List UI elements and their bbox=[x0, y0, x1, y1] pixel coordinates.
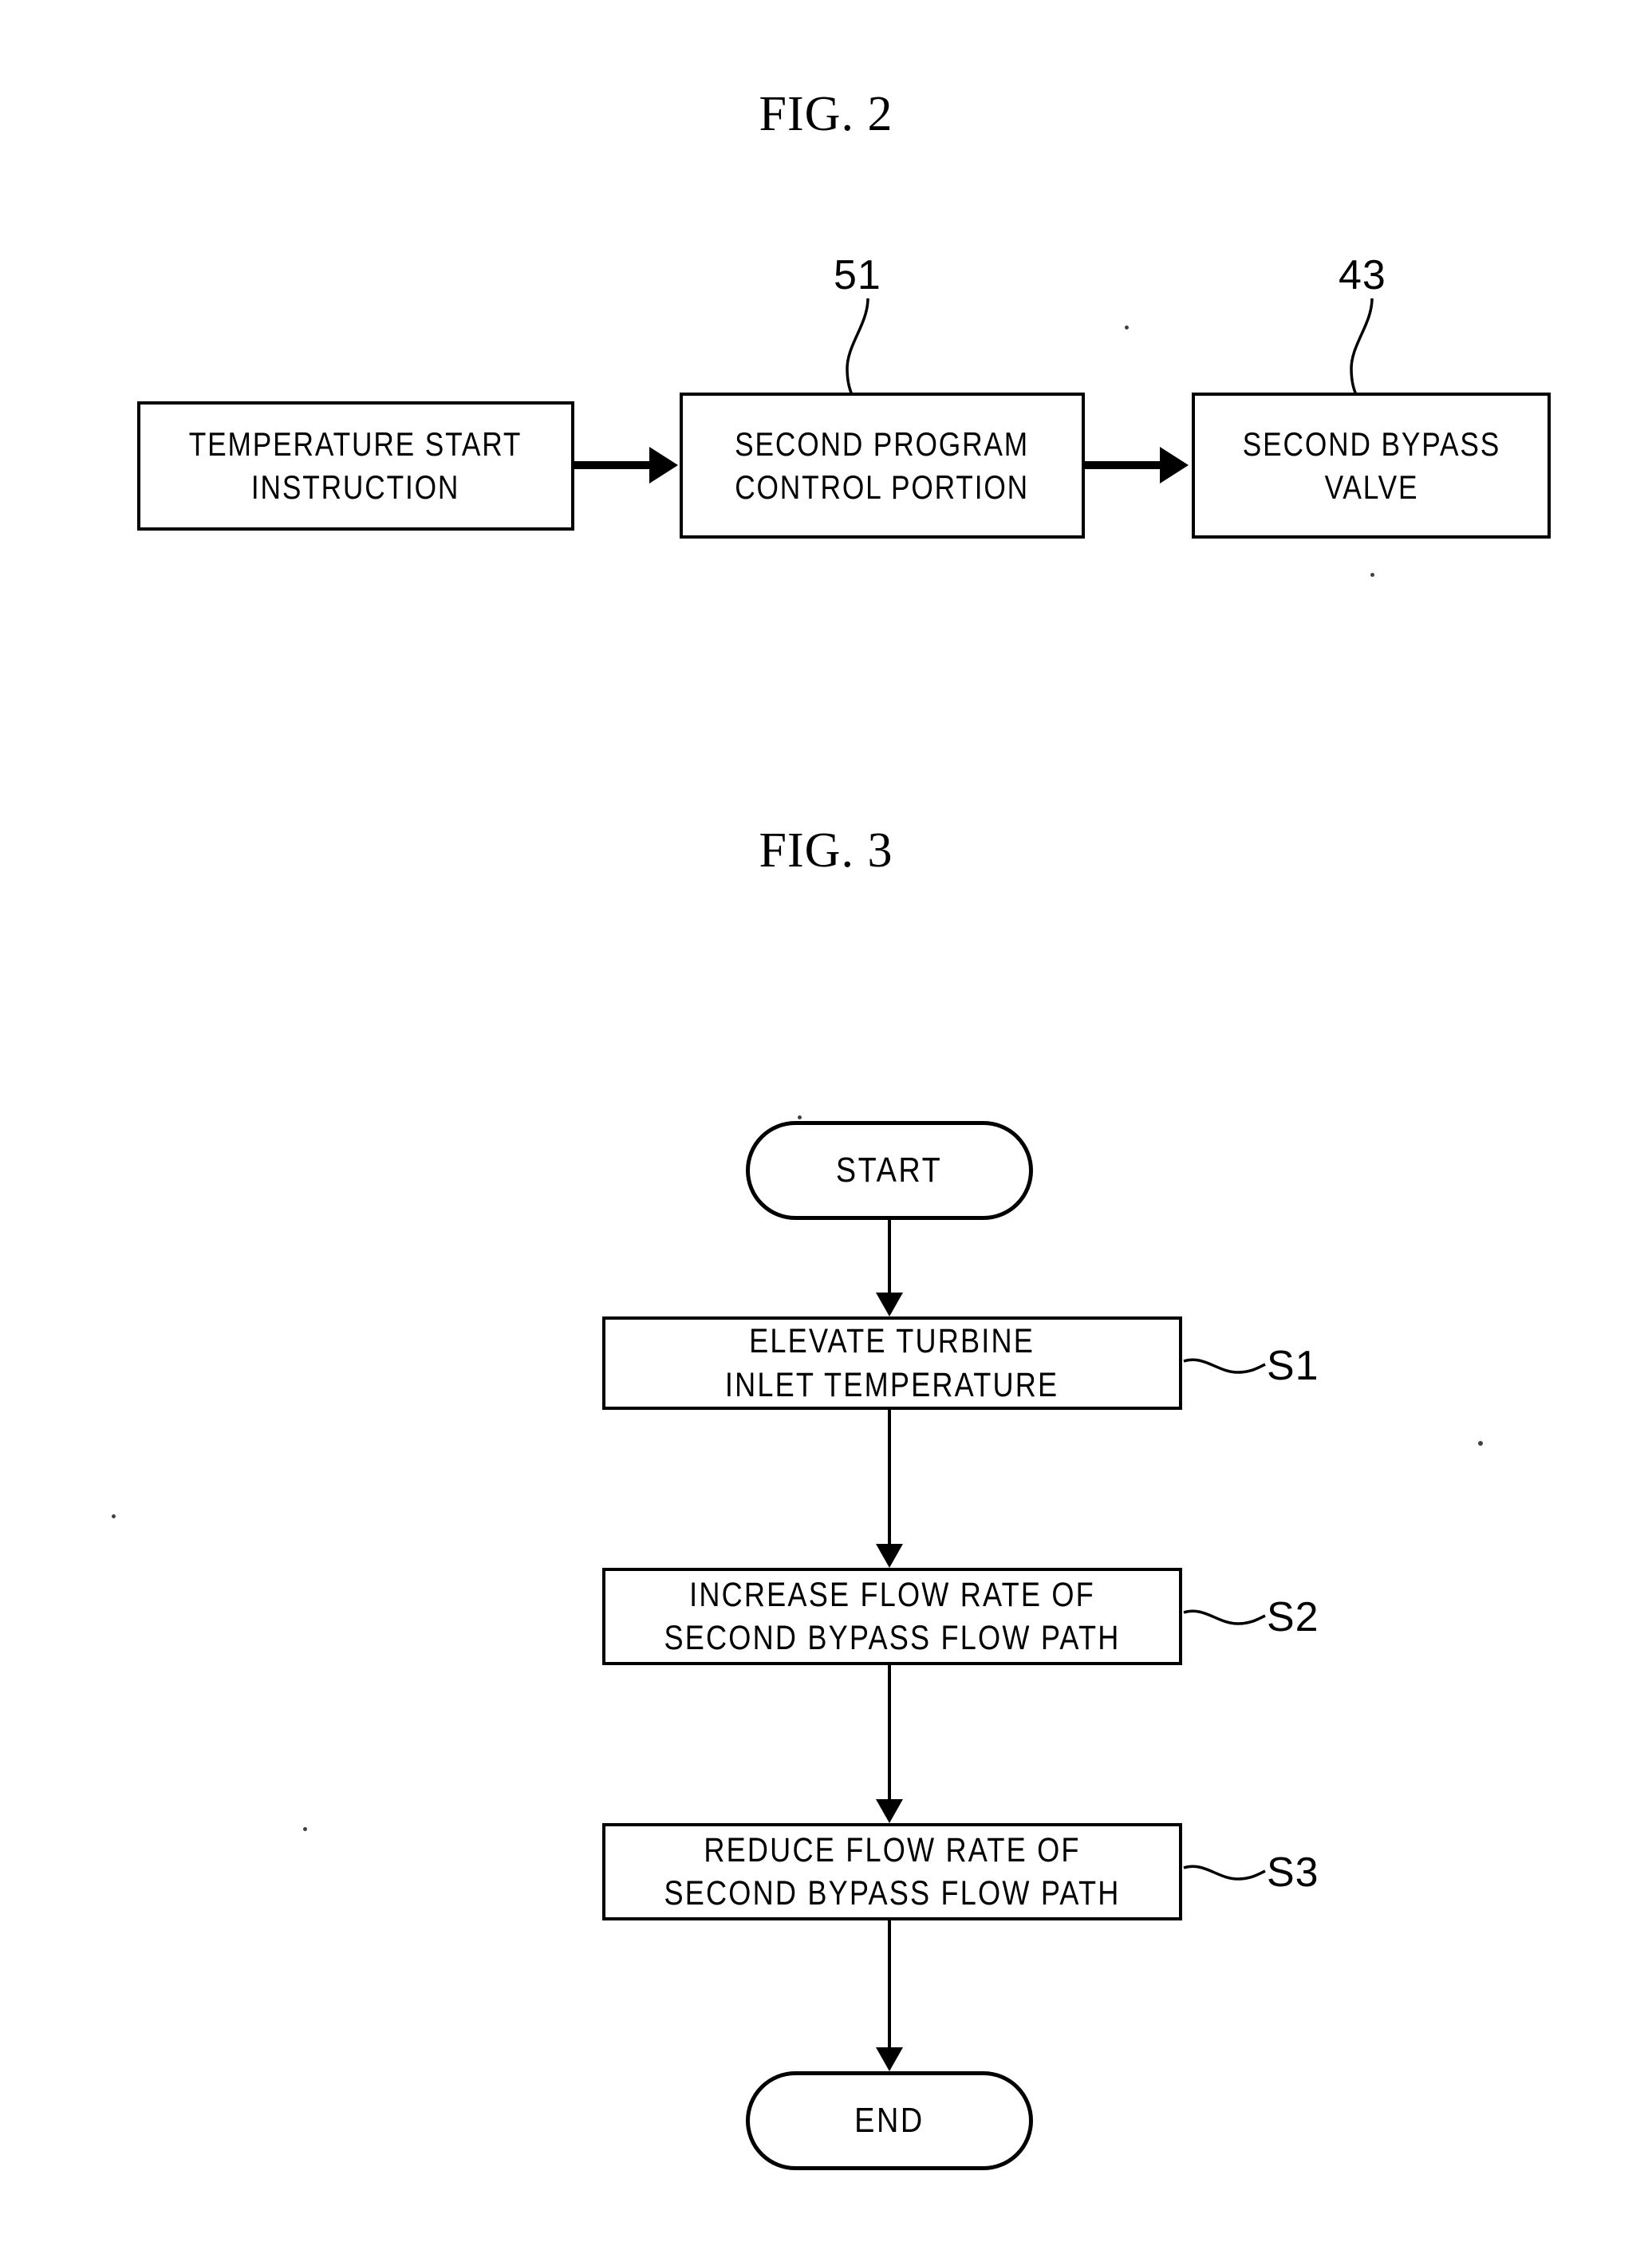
flowchart-step-s2[interactable]: INCREASE FLOW RATE OF SECOND BYPASS FLOW… bbox=[602, 1568, 1182, 1665]
flowchart-end-terminator[interactable]: END bbox=[746, 2071, 1033, 2170]
connector-arrow-instruction-to-control bbox=[574, 461, 651, 469]
flowchart-step-s1-label: ELEVATE TURBINE INLET TEMPERATURE bbox=[725, 1322, 1059, 1404]
step-identifier-s3: S3 bbox=[1267, 1849, 1319, 1896]
leader-line-51 bbox=[846, 298, 869, 400]
leader-line-43 bbox=[1350, 298, 1374, 400]
flowchart-step-s3[interactable]: REDUCE FLOW RATE OF SECOND BYPASS FLOW P… bbox=[602, 1823, 1182, 1920]
flowchart-step-s1[interactable]: ELEVATE TURBINE INLET TEMPERATURE bbox=[602, 1316, 1182, 1410]
block-second-bypass-valve[interactable]: SECOND BYPASS VALVE bbox=[1192, 393, 1551, 539]
block-second-bypass-valve-label: SECOND BYPASS VALVE bbox=[1242, 424, 1500, 506]
step-identifier-s2: S2 bbox=[1267, 1594, 1319, 1640]
connector-arrow-control-to-valve bbox=[1085, 461, 1161, 469]
leader-line-s3 bbox=[1183, 1865, 1266, 1881]
step-identifier-s1: S1 bbox=[1267, 1343, 1319, 1389]
scan-speck bbox=[1370, 573, 1374, 577]
flowchart-start-label: START bbox=[836, 1151, 943, 1190]
block-second-program-control-portion-label: SECOND PROGRAM CONTROL PORTION bbox=[735, 424, 1030, 506]
scan-speck bbox=[112, 1514, 116, 1518]
leader-line-s1 bbox=[1183, 1358, 1266, 1374]
scan-speck bbox=[1125, 326, 1129, 330]
flow-arrow-s1-to-s2 bbox=[888, 1410, 891, 1547]
flowchart-end-label: END bbox=[854, 2101, 925, 2140]
figure-3-title: FIG. 3 bbox=[759, 823, 893, 878]
flowchart-step-s2-label: INCREASE FLOW RATE OF SECOND BYPASS FLOW… bbox=[664, 1575, 1121, 1657]
flowchart-start-terminator[interactable]: START bbox=[746, 1121, 1033, 1220]
block-second-program-control-portion[interactable]: SECOND PROGRAM CONTROL PORTION bbox=[680, 393, 1085, 539]
flowchart-step-s3-label: REDUCE FLOW RATE OF SECOND BYPASS FLOW P… bbox=[664, 1830, 1121, 1912]
reference-numeral-43: 43 bbox=[1339, 252, 1386, 298]
flow-arrow-s3-to-end bbox=[888, 1920, 891, 2051]
block-temperature-start-instruction-label: TEMPERATURE START INSTRUCTION bbox=[189, 425, 522, 506]
block-temperature-start-instruction[interactable]: TEMPERATURE START INSTRUCTION bbox=[137, 401, 574, 531]
scan-speck bbox=[798, 1115, 802, 1119]
scan-speck bbox=[303, 1827, 307, 1831]
flow-arrow-s2-to-s3 bbox=[888, 1665, 891, 1802]
figure-2-title: FIG. 2 bbox=[759, 87, 893, 141]
scan-speck bbox=[1478, 1441, 1483, 1446]
leader-line-s2 bbox=[1183, 1609, 1266, 1625]
flow-arrow-start-to-s1 bbox=[888, 1220, 891, 1296]
reference-numeral-51: 51 bbox=[834, 252, 881, 298]
